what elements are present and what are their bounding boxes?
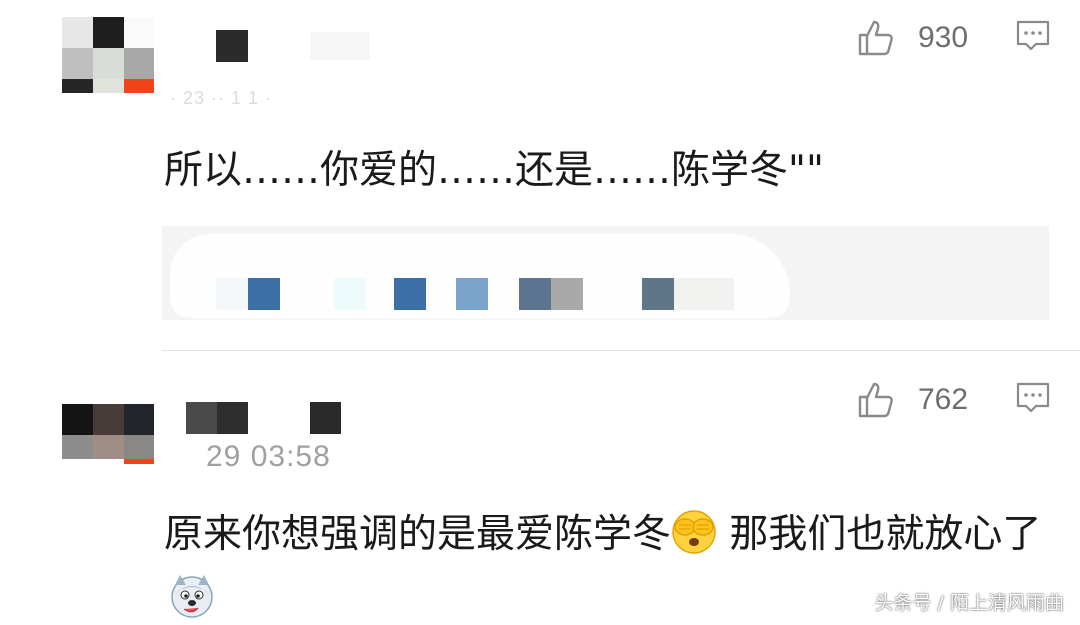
comment-item: · 23 ·· 1 1 · 930 所以……你爱的……还是……陈学冬""	[0, 0, 1080, 352]
username[interactable]	[186, 402, 346, 434]
avatar[interactable]	[62, 380, 154, 472]
comment-item: 29 03:58 762 原来你想强调的是最爱陈学冬 那我们也就放心了	[0, 352, 1080, 625]
comment-icon	[1016, 382, 1050, 413]
comment-icon	[1016, 20, 1050, 51]
reply-button[interactable]	[1016, 381, 1050, 419]
divider	[162, 350, 1080, 351]
comment-actions: 762	[856, 380, 1050, 420]
reply-button[interactable]	[1016, 19, 1050, 57]
quoted-content-card[interactable]	[162, 226, 1049, 320]
comment-time: 29 03:58	[206, 440, 331, 473]
covering-eyes-emoji	[671, 509, 717, 571]
avatar[interactable]	[62, 17, 154, 109]
like-count: 762	[918, 383, 969, 416]
comment-text-part: 那我们也就放心了	[717, 512, 1042, 557]
like-button[interactable]: 930	[856, 18, 1016, 58]
username[interactable]	[216, 30, 376, 62]
quoted-content-mosaic	[216, 278, 734, 310]
comment-actions: 930	[856, 18, 1050, 58]
like-button[interactable]: 762	[856, 380, 1016, 420]
comment-text-part: 原来你想强调的是最爱陈学冬	[164, 512, 672, 557]
thumbs-up-icon	[858, 20, 893, 56]
thumbs-up-icon	[858, 382, 893, 418]
comment-time: · 23 ·· 1 1 ·	[170, 88, 273, 108]
comment-text: 所以……你爱的……还是……陈学冬""	[164, 148, 824, 193]
watermark: 头条号 / 陌上清风雨曲	[874, 592, 1064, 614]
like-count: 930	[918, 21, 969, 54]
husky-emoji	[170, 573, 214, 625]
